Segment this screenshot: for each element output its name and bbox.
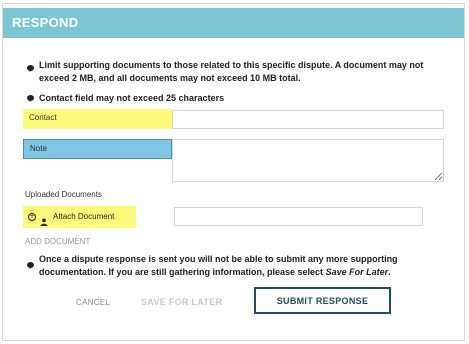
save-for-later-reference: Save For Later xyxy=(325,267,389,277)
warning-suffix: . xyxy=(388,267,391,277)
contact-label: Contact xyxy=(23,109,172,129)
cancel-button[interactable]: CANCEL xyxy=(76,298,110,307)
respond-dialog: RESPOND Limit supporting documents to th… xyxy=(2,3,465,341)
attach-document-button[interactable]: + Attach Document xyxy=(23,206,136,228)
plus-circle-icon: + xyxy=(28,213,36,221)
contact-limit-note: Contact field may not exceed 25 characte… xyxy=(39,93,225,103)
submission-warning: Once a dispute response is sent you will… xyxy=(39,253,449,279)
comment-icon xyxy=(27,262,34,269)
uploaded-documents-label: Uploaded Documents xyxy=(25,190,102,199)
user-icon xyxy=(40,213,48,226)
comment-icon xyxy=(27,95,34,102)
note-label: Note xyxy=(23,139,172,159)
dialog-title: RESPOND xyxy=(12,15,79,30)
contact-input[interactable] xyxy=(172,110,444,129)
attached-file-field xyxy=(174,207,423,226)
document-limit-note: Limit supporting documents to those rela… xyxy=(39,60,424,83)
add-document-link[interactable]: ADD DOCUMENT xyxy=(25,237,90,246)
submit-response-label: SUBMIT RESPONSE xyxy=(276,296,369,306)
attach-document-label: Attach Document xyxy=(53,212,115,221)
comment-icon xyxy=(27,65,34,72)
save-for-later-button[interactable]: SAVE FOR LATER xyxy=(141,297,222,307)
submit-response-button[interactable]: SUBMIT RESPONSE xyxy=(254,287,391,314)
dialog-header: RESPOND xyxy=(3,8,464,38)
note-textarea[interactable] xyxy=(172,139,444,182)
